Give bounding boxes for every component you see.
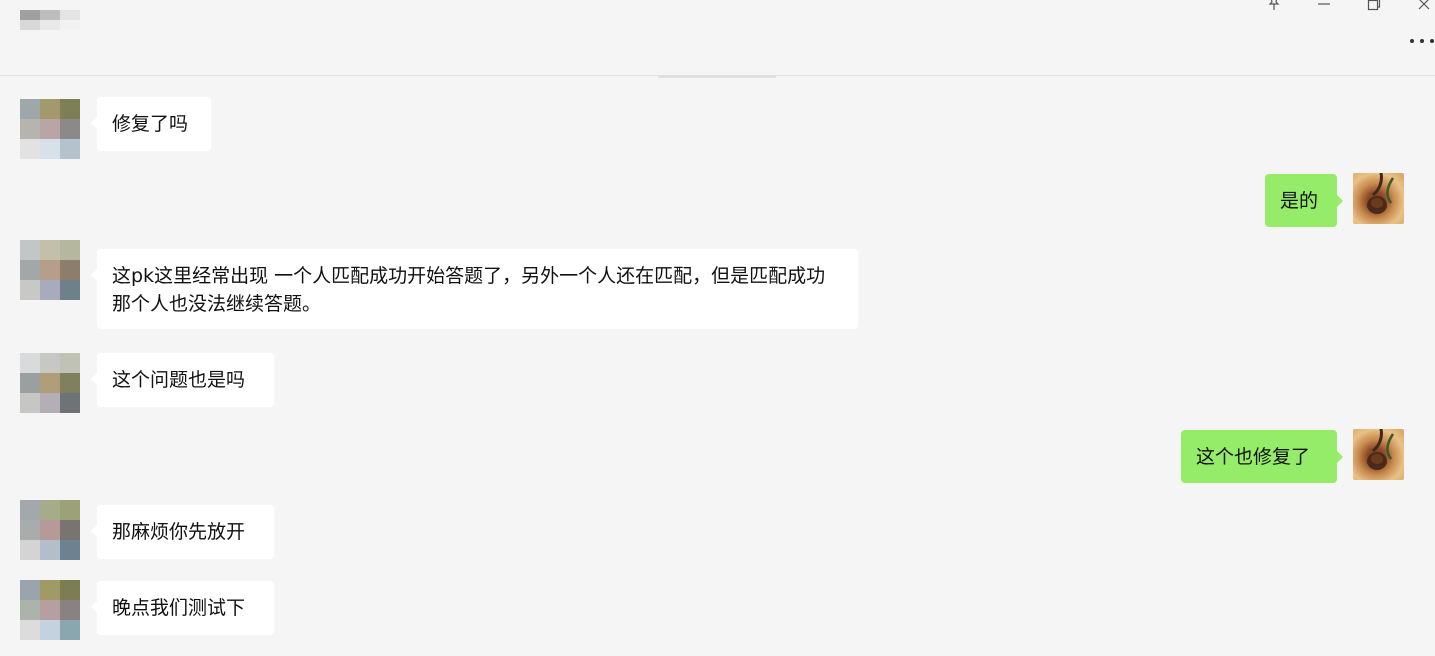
message-bubble-incoming[interactable]: 这个问题也是吗 [91,353,274,407]
scroll-indicator [658,75,776,78]
message-bubble-incoming[interactable]: 修复了吗 [91,97,211,151]
more-icon[interactable] [1410,34,1434,48]
contact-avatar[interactable] [20,500,80,560]
pin-icon[interactable] [1263,0,1285,12]
self-avatar[interactable] [1353,173,1404,224]
message-bubble-incoming[interactable]: 这pk这里经常出现 一个人匹配成功开始答题了，另外一个人还在匹配，但是匹配成功那… [91,249,858,329]
contact-avatar[interactable] [20,99,80,159]
message-bubble-outgoing[interactable]: 是的 [1265,174,1343,227]
chat-window: 修复了吗 是的 这pk这里经常出现 一个人匹配成功开始答题了，另外一个人还在匹配… [0,0,1435,656]
minimize-icon[interactable] [1313,0,1335,12]
chat-header [0,0,1435,76]
restore-icon[interactable] [1363,0,1385,12]
close-icon[interactable] [1413,0,1435,12]
message-bubble-incoming[interactable]: 晚点我们测试下 [91,581,274,635]
message-bubble-incoming[interactable]: 那麻烦你先放开 [91,505,274,559]
contact-avatar[interactable] [20,10,80,40]
message-bubble-outgoing[interactable]: 这个也修复了 [1181,430,1343,483]
self-avatar[interactable] [1353,429,1404,480]
contact-avatar[interactable] [20,240,80,300]
contact-avatar[interactable] [20,580,80,640]
contact-avatar[interactable] [20,353,80,413]
